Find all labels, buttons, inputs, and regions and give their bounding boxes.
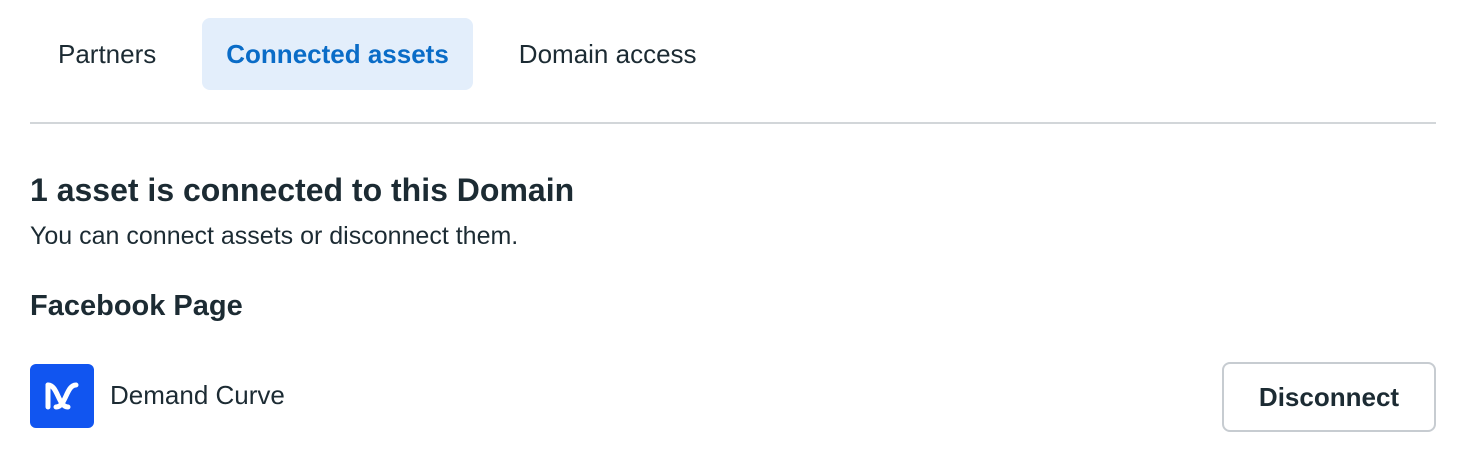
asset-row: Demand Curve Disconnect <box>30 362 1436 432</box>
tab-partners[interactable]: Partners <box>30 18 184 90</box>
tab-connected-assets[interactable]: Connected assets <box>202 18 473 90</box>
tab-domain-access[interactable]: Domain access <box>491 18 725 90</box>
page-heading: 1 asset is connected to this Domain <box>30 172 575 208</box>
tab-bar: Partners Connected assets Domain access <box>30 18 743 90</box>
tab-divider <box>30 122 1436 124</box>
page-subheading: You can connect assets or disconnect the… <box>30 222 519 250</box>
section-title-facebook-page: Facebook Page <box>30 290 243 322</box>
asset-name: Demand Curve <box>110 380 285 410</box>
demand-curve-logo-icon <box>30 364 94 428</box>
disconnect-button[interactable]: Disconnect <box>1222 362 1436 432</box>
